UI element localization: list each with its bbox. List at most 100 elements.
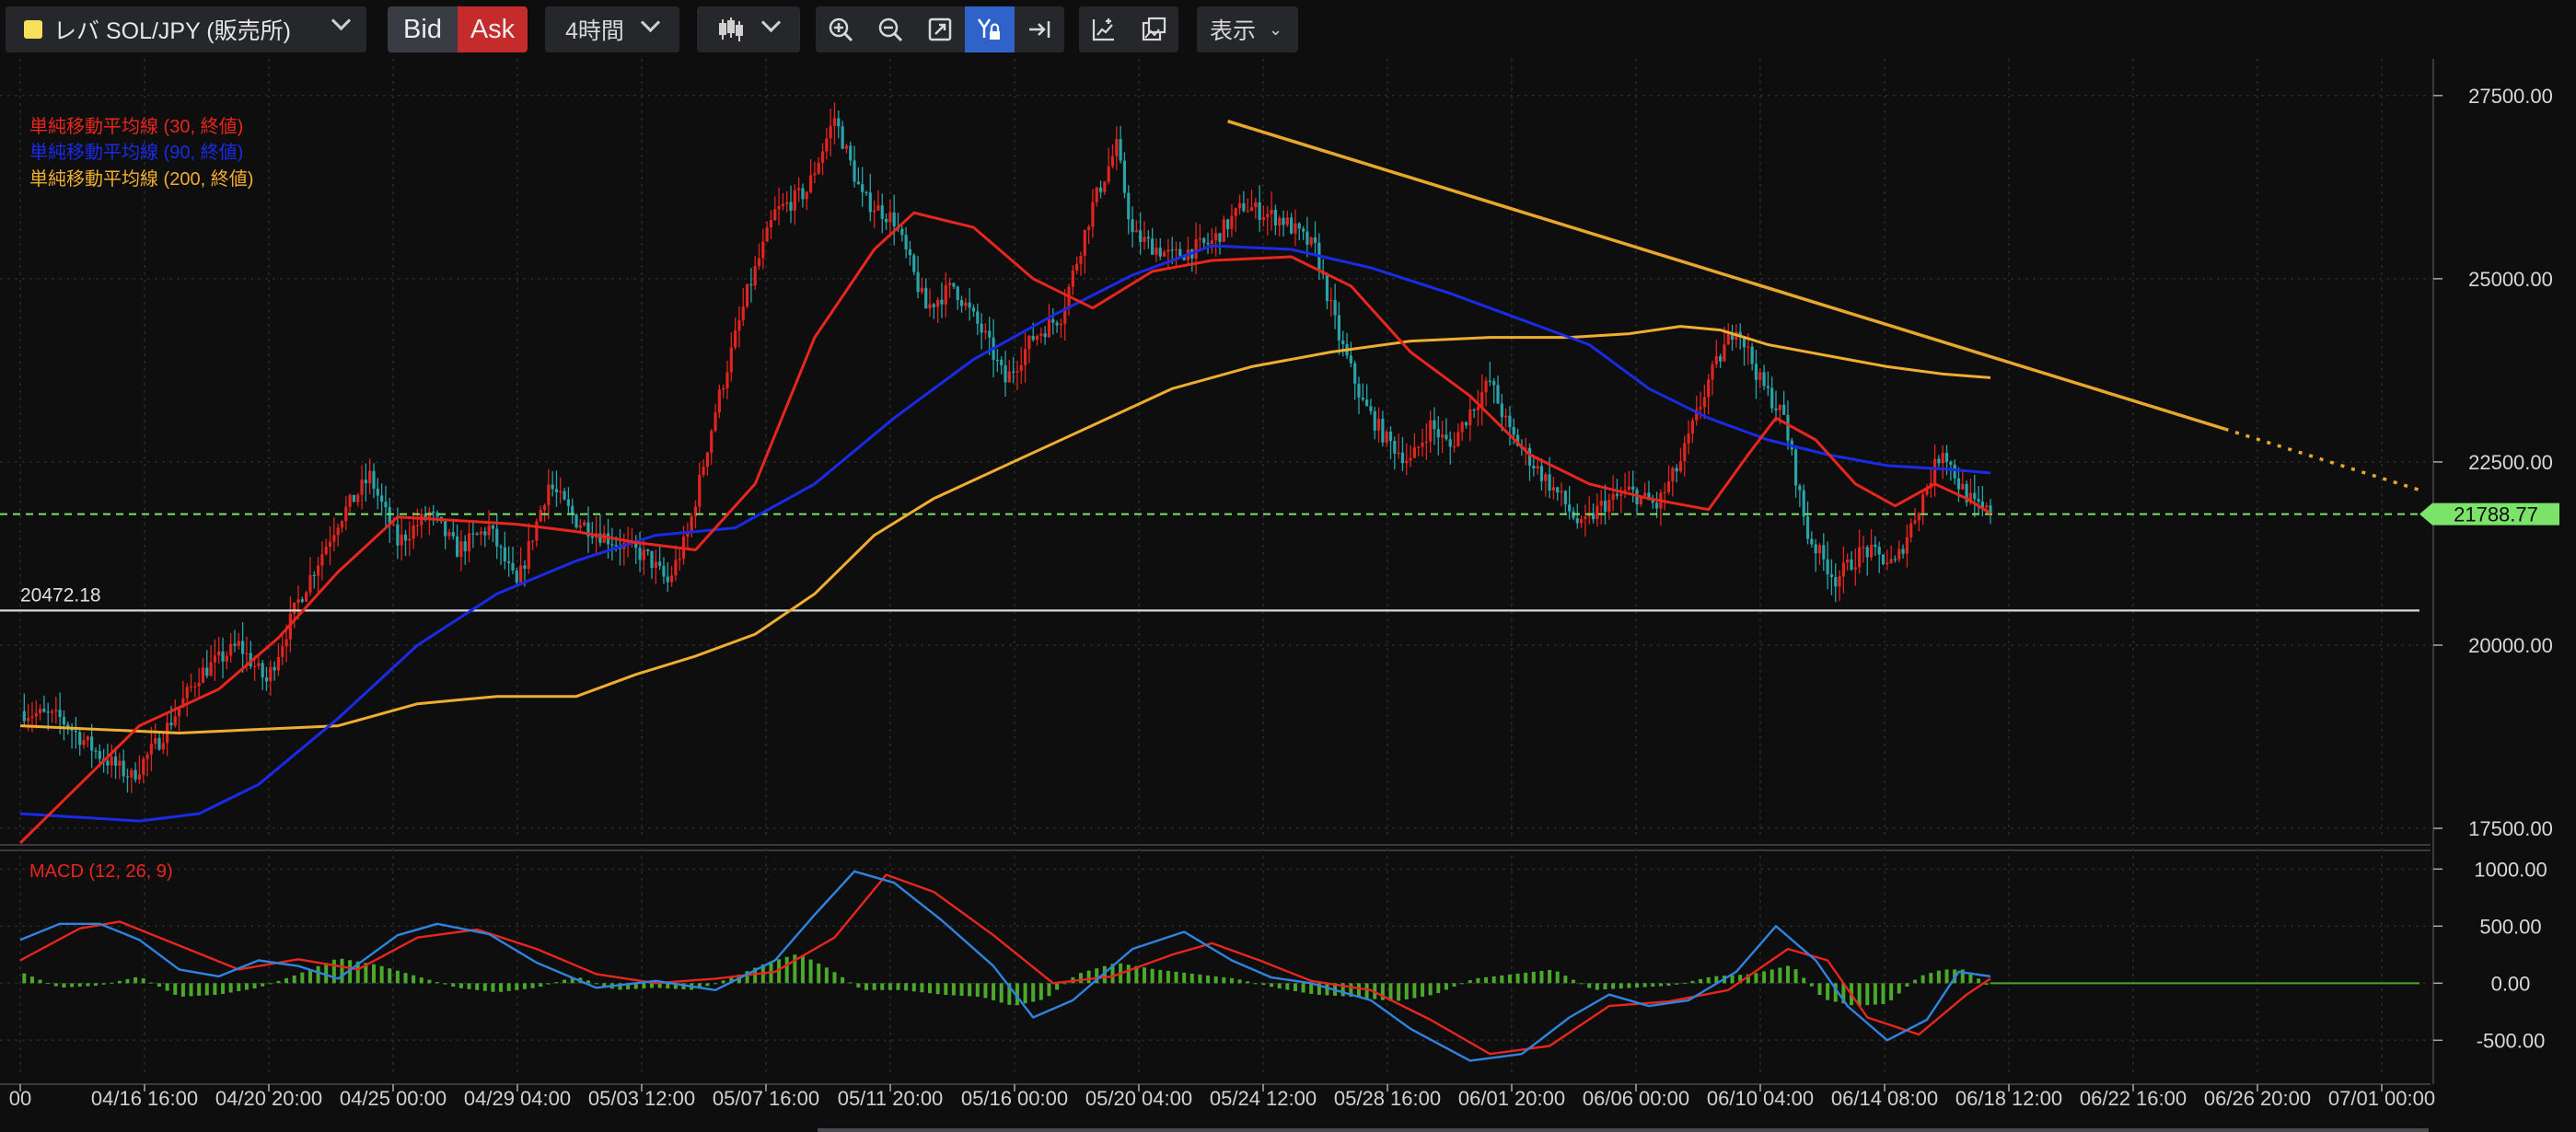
candle-body (873, 210, 876, 213)
candle-body (745, 283, 749, 307)
macd-histogram-bar (1412, 983, 1417, 999)
bid-button[interactable]: Bid (388, 6, 458, 52)
candle-body (797, 188, 801, 191)
candle-body (976, 311, 980, 324)
macd-histogram-bar (1143, 967, 1147, 984)
candle-body (1369, 406, 1373, 411)
candle-body (281, 646, 284, 657)
symbol-selector[interactable]: レバ SOL/JPY (販売所) (6, 6, 366, 52)
macd-histogram-bar (1905, 983, 1909, 988)
candle-body (1536, 466, 1539, 468)
candle-body (1504, 415, 1508, 418)
candle-body (1539, 466, 1544, 481)
candle-body (1766, 386, 1770, 388)
candle-body (761, 241, 765, 259)
add-indicator-button[interactable] (1079, 6, 1129, 52)
macd-histogram-bar (928, 983, 933, 994)
chart-type-selector[interactable] (697, 6, 800, 52)
candle-body (1127, 192, 1131, 220)
candle-body (1019, 364, 1023, 372)
macd-histogram-bar (340, 958, 344, 984)
candle-body (1932, 458, 1937, 483)
candle-body (471, 533, 475, 535)
macd-histogram-bar (197, 983, 202, 996)
macd-histogram-bar (324, 963, 329, 984)
candle-body (1707, 379, 1711, 398)
x-tick-label: 05/24 12:00 (1210, 1087, 1317, 1110)
candle-body (264, 677, 269, 682)
timeframe-selector[interactable]: 4時間 (545, 6, 679, 52)
candle-body (1055, 322, 1059, 326)
candle-body (757, 258, 761, 267)
macd-histogram-bar (1436, 983, 1441, 993)
candle-body (1826, 559, 1829, 575)
current-price-label: 21788.77 (2454, 503, 2538, 526)
candle-body (610, 544, 614, 546)
candle-body (825, 138, 829, 152)
macd-histogram-bar (1611, 983, 1616, 989)
candle-body (1115, 139, 1119, 156)
candle-body (467, 533, 471, 551)
candle-body (769, 220, 773, 228)
zoom-in-button[interactable] (816, 6, 865, 52)
candle-body (284, 639, 288, 647)
macd-histogram-bar (1635, 983, 1640, 988)
candle-body (686, 533, 690, 537)
candle-body (368, 470, 372, 484)
fit-screen-button[interactable] (915, 6, 965, 52)
candle-body (1170, 249, 1174, 251)
candle-body (952, 283, 956, 287)
macd-histogram-bar (284, 977, 289, 984)
macd-histogram-bar (62, 983, 66, 988)
candle-body (968, 302, 971, 308)
candle-body (1436, 429, 1440, 438)
candle-body (74, 730, 78, 733)
candle-body (1107, 166, 1110, 182)
candle-body (559, 491, 563, 492)
zoom-out-button[interactable] (865, 6, 915, 52)
candle-body (122, 760, 125, 777)
candle-body (396, 524, 400, 546)
macd-histogram-bar (539, 983, 543, 988)
scroll-to-latest-button[interactable] (1015, 6, 1064, 52)
y-axis-lock-button[interactable] (965, 6, 1015, 52)
candle-body (1746, 346, 1750, 348)
candle-body (983, 330, 988, 333)
candle-body (734, 330, 737, 348)
candle-body (554, 489, 559, 492)
candle-body (959, 300, 964, 306)
candle-body (1155, 248, 1158, 255)
compare-button[interactable] (1129, 6, 1178, 52)
macd-histogram-bar (1897, 983, 1901, 994)
macd-histogram-bar (388, 968, 392, 984)
candle-body (201, 667, 205, 683)
candle-body (1249, 207, 1254, 212)
macd-histogram-bar (379, 965, 384, 984)
candle-body (519, 565, 523, 583)
candle-body (1675, 468, 1678, 472)
macd-histogram-bar (983, 983, 988, 999)
candle-body (1424, 441, 1428, 444)
price-chart[interactable]: 00 04/16 16:00 04/20 20:00 04/25 00:00 04/29… (0, 59, 2576, 1132)
candle-body (1258, 202, 1261, 220)
macd-histogram-bar (1086, 970, 1091, 984)
macd-histogram-bar (1539, 970, 1544, 984)
candle-body (1492, 381, 1496, 386)
y-tick-label: 25000.00 (2468, 268, 2553, 291)
macd-histogram-bar (1865, 983, 1870, 1006)
candle-body (1956, 478, 1961, 490)
candle-body (118, 760, 122, 767)
candle-body (1143, 237, 1146, 243)
candle-body (336, 527, 340, 536)
macd-histogram-bar (1802, 977, 1806, 984)
view-menu-button[interactable]: 表示 ⌄ (1197, 6, 1298, 52)
macd-histogram-bar (904, 983, 909, 991)
ask-button[interactable]: Ask (458, 6, 528, 52)
macd-histogram-bar (1627, 983, 1631, 988)
macd-histogram-bar (1619, 983, 1623, 989)
x-tick-label: 05/16 00:00 (961, 1087, 1068, 1110)
candle-body (483, 531, 487, 536)
macd-histogram-bar (435, 982, 440, 984)
macd-histogram-bar (602, 983, 607, 987)
macd-histogram-bar (1229, 977, 1234, 984)
